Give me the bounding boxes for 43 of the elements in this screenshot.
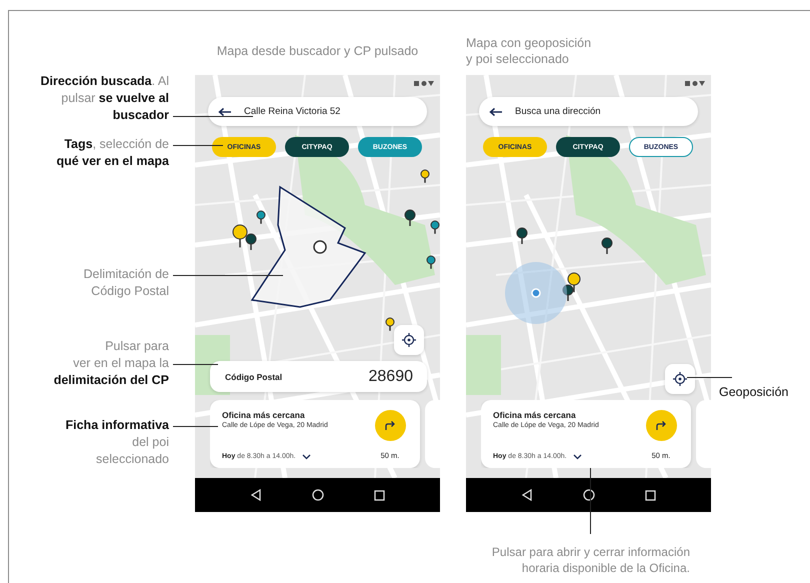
annotation-text: Pulsar para ver en el mapa la delimitación del CP — [54, 338, 169, 389]
chevron-icon[interactable] — [572, 454, 582, 460]
office-title: Oficina más cercana — [222, 410, 306, 420]
location-radius — [505, 262, 567, 324]
office-title: Oficina más cercana — [493, 410, 577, 420]
turn-arrow-icon — [384, 420, 396, 430]
crosshair-icon — [402, 333, 416, 347]
directions-button[interactable] — [646, 410, 676, 441]
locate-button[interactable] — [394, 325, 424, 355]
screen-caption: Mapa con geoposición y poi seleccionado — [466, 35, 592, 68]
annotation-text: Tags, selección de qué ver en el mapa — [56, 136, 169, 170]
annotation-text: Dirección buscada. Al pulsar se vuelve al buscador — [40, 73, 169, 124]
postal-code-label: Código Postal — [225, 372, 282, 382]
status-icons — [685, 81, 705, 87]
status-icons — [414, 81, 434, 87]
annotation-text: Geoposición — [719, 385, 788, 399]
search-field[interactable]: Calle Reina Victoria 52 — [208, 97, 427, 126]
turn-arrow-icon — [655, 420, 667, 430]
leader-line — [173, 426, 218, 427]
annotation-text: Pulsar para abrir y cerrar información horaria disponible de la Oficina. — [490, 544, 690, 576]
annotation-text: Ficha informativa del poi seleccionado — [66, 417, 169, 468]
chevron-icon[interactable] — [302, 454, 311, 460]
leader-line — [687, 377, 732, 378]
back-arrow-icon[interactable] — [218, 107, 232, 117]
postal-code-value: 28690 — [368, 368, 413, 386]
home-icon[interactable] — [312, 489, 324, 501]
leader-line — [173, 364, 218, 365]
leader-line — [590, 468, 591, 534]
screen-caption: Mapa desde buscador y CP pulsado — [216, 43, 420, 60]
crosshair-icon — [673, 372, 687, 386]
leader-line — [173, 145, 223, 146]
map-pin-icon — [313, 240, 327, 254]
postal-code-card[interactable]: Código Postal 28690 — [210, 361, 427, 392]
locate-button[interactable] — [665, 364, 695, 394]
back-icon[interactable] — [250, 489, 262, 501]
directions-button[interactable] — [374, 410, 406, 441]
back-icon[interactable] — [521, 489, 533, 501]
annotation-text: Delimitación de Código Postal — [84, 266, 169, 300]
search-field[interactable]: Busca una dirección — [479, 97, 698, 126]
recents-icon[interactable] — [645, 490, 656, 500]
recents-icon[interactable] — [374, 490, 385, 500]
home-icon[interactable] — [583, 489, 595, 501]
back-arrow-icon[interactable] — [489, 107, 503, 117]
